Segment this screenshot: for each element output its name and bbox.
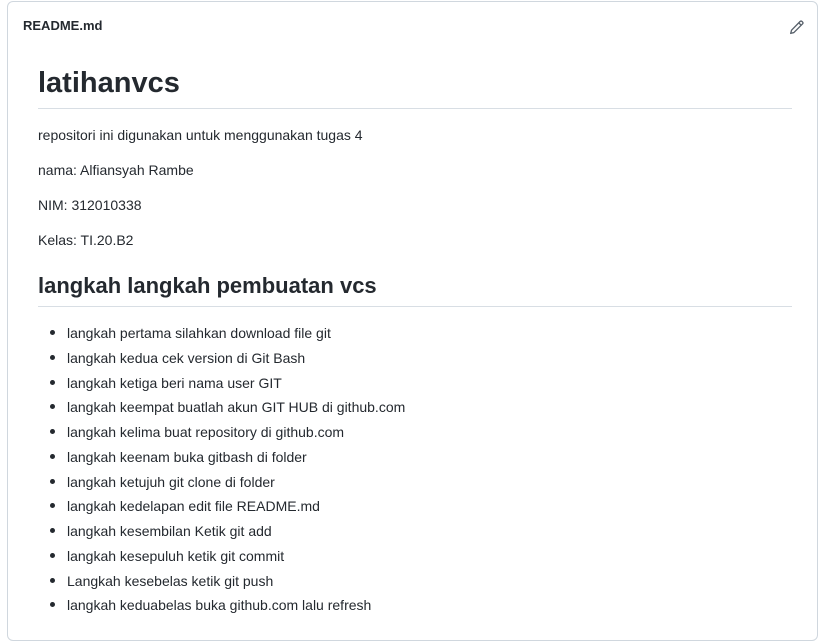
readme-container: README.md latihanvcs repositori ini digu… [7, 1, 818, 641]
edit-file-button[interactable] [787, 18, 805, 36]
list-item-text: langkah keenam buka gitbash di folder [67, 448, 307, 465]
bullet-dot [50, 577, 55, 583]
list-item: langkah kelima buat repository di github… [50, 422, 792, 442]
list-item: langkah ketiga beri nama user GIT [50, 373, 792, 393]
list-item: langkah keempat buatlah akun GIT HUB di … [50, 397, 792, 417]
bullet-dot [50, 429, 55, 434]
list-item: langkah kesepuluh ketik git commit [50, 546, 792, 566]
bullet-dot [50, 528, 55, 533]
pencil-icon [789, 19, 804, 34]
bullet-dot [50, 478, 55, 484]
list-item: langkah kedelapan edit file README.md [50, 496, 792, 516]
bullet-dot [50, 602, 55, 608]
list-item-text: langkah kesepuluh ketik git commit [67, 547, 285, 564]
list-item-text: langkah kedua cek version di Git Bash [67, 349, 306, 366]
list-item: Langkah kesebelas ketik git push [50, 571, 792, 591]
readme-file-name: README.md [23, 18, 103, 33]
nim-text: NIM: 312010338 [38, 197, 142, 213]
bullet-dot [50, 453, 55, 459]
list-item: langkah kesembilan Ketik git add [50, 521, 792, 541]
list-item-text: langkah kedelapan edit file README.md [67, 498, 320, 515]
list-item: langkah keduabelas buka github.com lalu … [50, 595, 792, 615]
list-item-text: langkah ketiga beri nama user GIT [67, 374, 282, 391]
list-item-text: langkah keduabelas buka github.com lalu … [67, 597, 372, 614]
list-item-text: Langkah kesebelas ketik git push [67, 572, 274, 589]
steps-list: langkah pertama silahkan download file g… [38, 323, 792, 615]
bullet-dot [50, 404, 55, 410]
readme-title: latihanvcs [38, 62, 792, 109]
bullet-dot [50, 503, 55, 509]
list-item: langkah ketujuh git clone di folder [50, 472, 792, 492]
section-heading: langkah langkah pembuatan vcs [38, 270, 792, 307]
class-text: Kelas: TI.20.B2 [38, 232, 134, 248]
list-item-text: langkah kelima buat repository di github… [67, 424, 345, 440]
readme-content: latihanvcs repositori ini digunakan untu… [38, 62, 792, 620]
list-item-text: langkah pertama silahkan download file g… [67, 325, 331, 341]
readme-header: README.md [8, 2, 817, 50]
list-item-text: langkah ketujuh git clone di folder [67, 473, 275, 490]
list-item: langkah pertama silahkan download file g… [50, 323, 792, 343]
bullet-dot [50, 330, 55, 335]
list-item: langkah kedua cek version di Git Bash [50, 348, 792, 368]
bullet-dot [50, 552, 55, 558]
description-text: repositori ini digunakan untuk menggunak… [38, 127, 363, 143]
list-item-text: langkah kesembilan Ketik git add [67, 523, 272, 539]
bullet-dot [50, 379, 55, 385]
list-item-text: langkah keempat buatlah akun GIT HUB di … [67, 399, 406, 416]
name-text: nama: Alfiansyah Rambe [38, 162, 194, 178]
list-item: langkah keenam buka gitbash di folder [50, 447, 792, 467]
bullet-dot [50, 354, 55, 360]
